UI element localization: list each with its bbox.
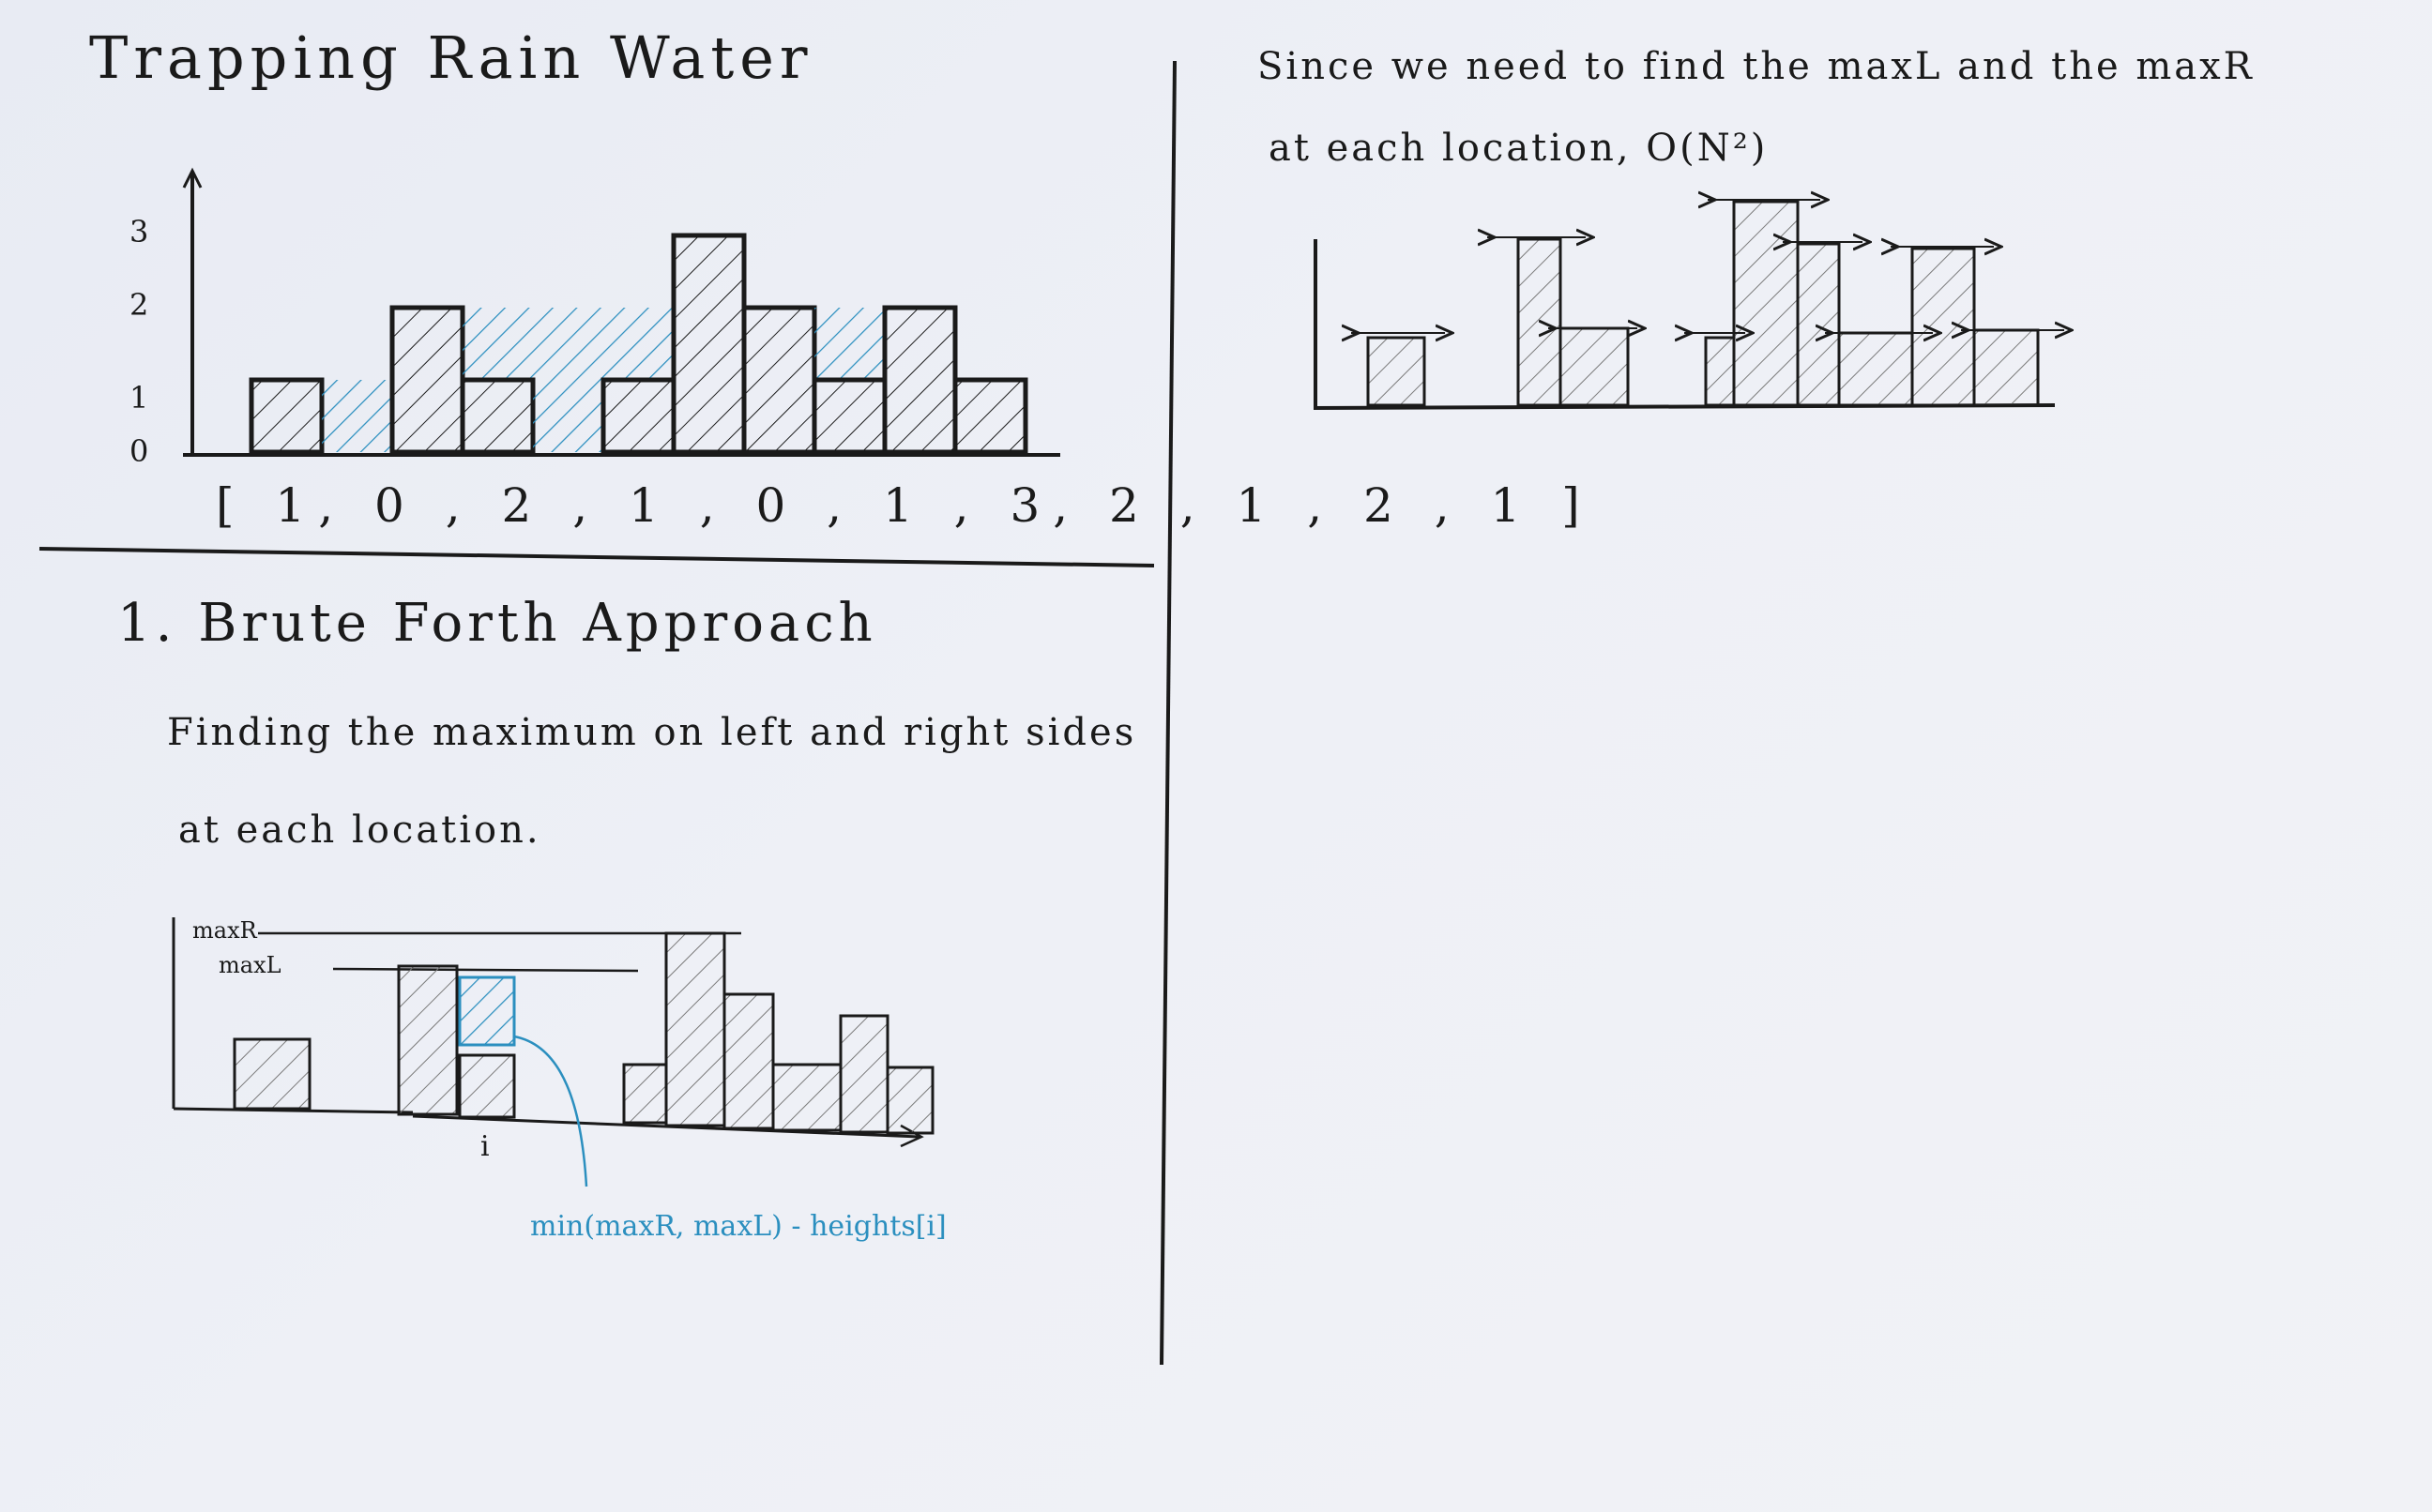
height-bar: [671, 233, 747, 455]
small-bar: [771, 1063, 843, 1132]
water-cell: [463, 308, 533, 380]
sketch-bar: [1366, 336, 1426, 407]
small-bar: [886, 1066, 935, 1135]
maxL-maxR-sketch: [1313, 200, 2064, 410]
formula-pointer-line: [513, 1035, 588, 1187]
height-bar: [812, 377, 888, 455]
board-drawing: [38, 60, 2432, 1366]
small-bar: [839, 1014, 889, 1134]
water-cell: [603, 308, 674, 380]
water-cell: [814, 308, 885, 380]
sketch-bar: [1972, 328, 2040, 407]
small-bar: [397, 964, 459, 1116]
sketch-bar: [1732, 200, 1800, 407]
whiteboard: Trapping Rain Water [ 1, 0 , 2 , 1 , 0 ,…: [0, 0, 2432, 1512]
small-bar: [233, 1037, 312, 1111]
main-chart: [182, 167, 1060, 457]
maxL-line: [332, 967, 639, 973]
sketch-bar: [1796, 242, 1841, 407]
height-bar: [249, 377, 325, 455]
height-bar: [741, 305, 817, 455]
height-bar: [600, 377, 676, 455]
small-bar: [664, 931, 726, 1127]
water-cell-i: [458, 975, 516, 1047]
water-cell: [322, 380, 392, 452]
sketch-bar: [1516, 237, 1562, 407]
sketch-bar: [1837, 331, 1914, 407]
brute-force-diagram: [172, 917, 935, 1187]
sketch-bar: [1910, 247, 1976, 407]
height-bar: [882, 305, 958, 455]
height-bar: [389, 305, 465, 455]
height-bar: [460, 377, 536, 455]
vertical-divider: [1160, 60, 1177, 1366]
small-bar: [722, 992, 775, 1130]
small-bar-i: [458, 1053, 516, 1119]
sketch-bar: [1558, 326, 1630, 407]
sketch-bar: [1704, 336, 1736, 407]
height-bar: [952, 377, 1028, 455]
horizontal-divider: [38, 547, 1155, 567]
water-cell: [533, 308, 603, 452]
small-bar: [622, 1063, 668, 1125]
